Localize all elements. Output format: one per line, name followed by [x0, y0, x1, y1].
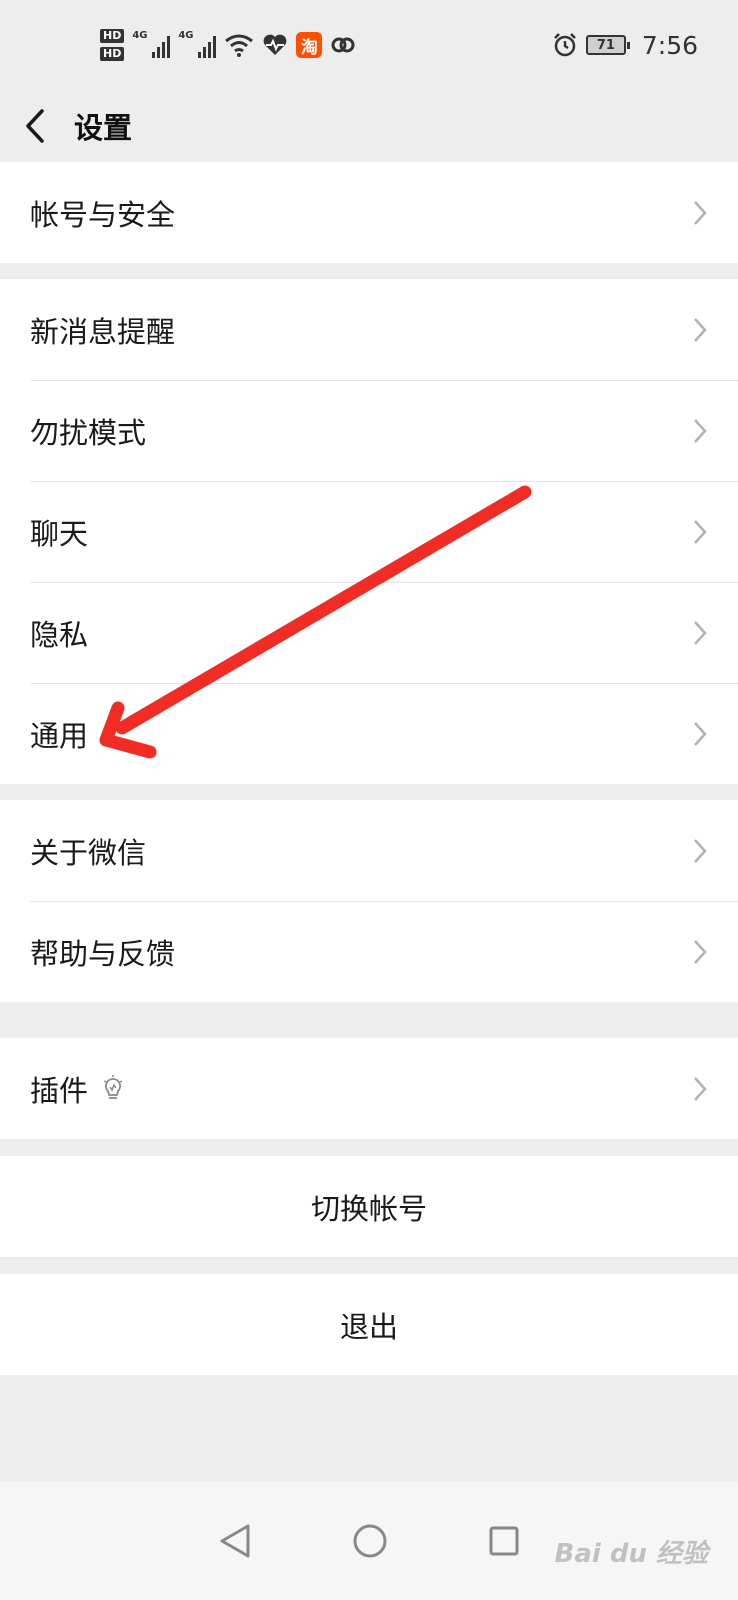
net1-label: 4G	[132, 30, 148, 41]
row-plugins[interactable]: 插件	[0, 1038, 738, 1139]
system-nav-bar: Bai du 经验	[0, 1482, 738, 1600]
row-new-message-alert[interactable]: 新消息提醒	[0, 279, 738, 380]
nav-recents-icon[interactable]	[488, 1525, 520, 1557]
row-label: 隐私	[30, 617, 89, 652]
status-time: 7:56	[641, 30, 698, 60]
row-chat[interactable]: 聊天	[0, 481, 738, 582]
logout-label: 退出	[339, 1309, 398, 1344]
switch-account-label: 切换帐号	[310, 1191, 427, 1226]
group-logout: 退出	[0, 1274, 738, 1375]
signal-2: 4G	[178, 30, 217, 58]
plugins-label: 插件	[30, 1073, 89, 1108]
heart-rate-icon	[263, 34, 287, 55]
signal-bars-icon	[152, 36, 171, 58]
row-label: 帮助与反馈	[30, 936, 176, 971]
cloud-icon	[331, 37, 355, 53]
row-do-not-disturb[interactable]: 勿扰模式	[0, 380, 738, 481]
row-label: 勿扰模式	[30, 415, 147, 450]
signal-1: 4G	[132, 30, 171, 58]
status-left: HD HD 4G 4G 淘	[100, 29, 356, 61]
row-account-security[interactable]: 帐号与安全	[0, 162, 738, 263]
signal-bars-icon	[198, 36, 217, 58]
status-right: 71 7:56	[552, 31, 698, 60]
chevron-right-icon	[694, 620, 707, 645]
group-account: 帐号与安全	[0, 162, 738, 263]
back-button[interactable]	[0, 90, 70, 162]
chevron-right-icon	[694, 1076, 707, 1101]
net2-label: 4G	[178, 30, 194, 41]
watermark: Bai du 经验	[554, 1539, 709, 1569]
nav-bar: 设置	[0, 90, 738, 162]
row-general[interactable]: 通用	[0, 683, 738, 784]
row-label: 新消息提醒	[30, 314, 176, 349]
battery-icon: 71	[585, 35, 630, 55]
row-help-feedback[interactable]: 帮助与反馈	[0, 901, 738, 1002]
switch-account-button[interactable]: 切换帐号	[0, 1156, 738, 1257]
group-switch-account: 切换帐号	[0, 1156, 738, 1257]
chevron-right-icon	[694, 519, 707, 544]
row-about-wechat[interactable]: 关于微信	[0, 800, 738, 901]
row-label: 关于微信	[30, 835, 147, 870]
chevron-right-icon	[694, 418, 707, 443]
nav-home-icon[interactable]	[352, 1523, 388, 1559]
wifi-icon	[225, 34, 254, 57]
row-label: 聊天	[30, 516, 89, 551]
chevron-right-icon	[694, 200, 707, 225]
logout-button[interactable]: 退出	[0, 1274, 738, 1375]
alarm-icon	[553, 33, 576, 57]
chevron-right-icon	[694, 939, 707, 964]
row-label: 帐号与安全	[30, 197, 176, 232]
back-arrow-icon	[26, 109, 44, 143]
chevron-right-icon	[694, 721, 707, 746]
nav-back-icon[interactable]	[218, 1523, 252, 1559]
status-bar: HD HD 4G 4G 淘 71 7:56	[0, 0, 738, 90]
hd-indicators: HD HD	[100, 29, 125, 61]
group-info: 关于微信 帮助与反馈	[0, 800, 738, 1002]
row-label: 通用	[30, 718, 89, 753]
chevron-right-icon	[694, 838, 707, 863]
hd2-badge: HD	[100, 47, 125, 61]
chevron-right-icon	[694, 317, 707, 342]
hd1-badge: HD	[100, 29, 125, 43]
settings-screen: HD HD 4G 4G 淘 71 7:56 设置 帐号与安全 新消息提醒 勿扰模…	[0, 0, 738, 1600]
group-plugins: 插件	[0, 1038, 738, 1139]
taobao-icon: 淘	[296, 32, 323, 58]
row-privacy[interactable]: 隐私	[0, 582, 738, 683]
page-title: 设置	[74, 111, 133, 145]
lightbulb-icon	[103, 1074, 123, 1099]
row-label: 插件	[30, 1068, 124, 1110]
group-preferences: 新消息提醒 勿扰模式 聊天 隐私 通用	[0, 279, 738, 784]
